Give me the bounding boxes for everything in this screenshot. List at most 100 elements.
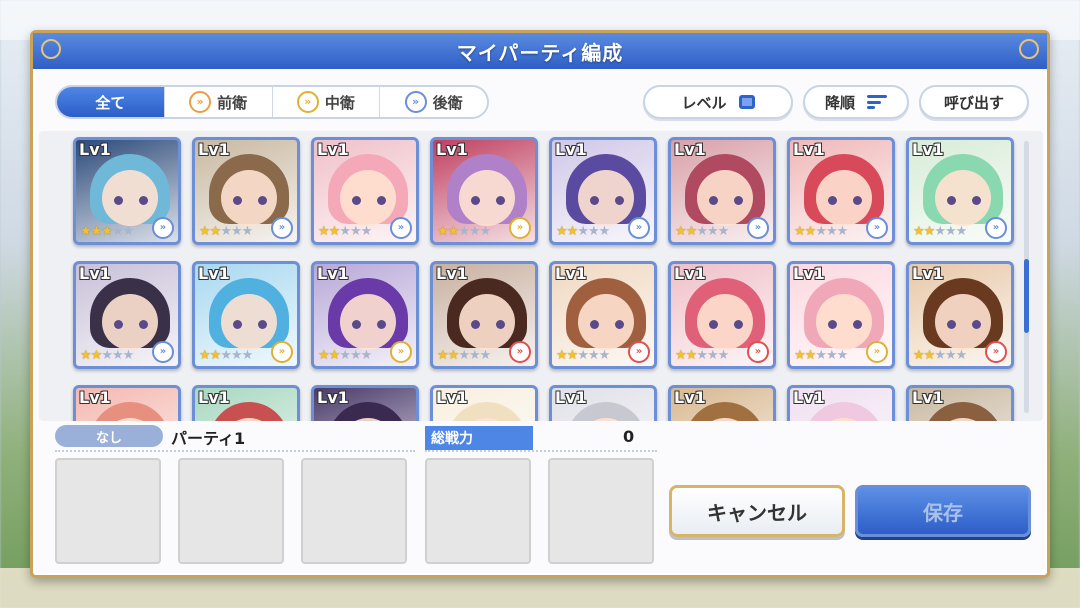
tab-back[interactable]: » 後衛 — [380, 87, 487, 117]
character-level: Lv1 — [436, 140, 468, 159]
middle-position-icon: » — [296, 91, 319, 113]
character-level: Lv1 — [79, 388, 111, 407]
character-level: Lv1 — [198, 140, 230, 159]
character-eyes — [233, 196, 267, 205]
party-name[interactable]: パーティ1 — [171, 425, 245, 449]
character-eyes — [947, 196, 981, 205]
sort-key-icon — [738, 95, 755, 109]
ornament-right-icon — [1019, 39, 1039, 59]
character-card[interactable]: Lv1 ★★★★★ » — [668, 137, 776, 245]
ornament-left-icon — [41, 39, 61, 59]
back-position-icon: » — [271, 217, 293, 239]
character-eyes — [471, 320, 505, 329]
character-grid: Lv1 ★★★★★ » Lv1 ★★★★★ » Lv1 ★★★★★ » Lv1 ★★★★★ » Lv1 ★… — [73, 137, 1014, 421]
character-eyes — [352, 196, 386, 205]
star-rating: ★★★★★ — [794, 348, 848, 363]
character-eyes — [352, 320, 386, 329]
character-card[interactable]: Lv1 — [549, 385, 657, 421]
tab-middle[interactable]: » 中衛 — [273, 87, 381, 117]
character-card[interactable]: Lv1 ★★★★★ » — [906, 137, 1014, 245]
character-card[interactable]: Lv1 ★★★★★ » — [192, 137, 300, 245]
red-position-icon: » — [628, 341, 650, 363]
character-scrollbar[interactable] — [1024, 141, 1029, 413]
star-rating: ★★★★★ — [437, 348, 491, 363]
character-card[interactable]: Lv1 ★★★★★ » — [311, 137, 419, 245]
character-eyes — [709, 196, 743, 205]
character-card[interactable]: Lv1 ★★★★★ » — [906, 261, 1014, 369]
character-eyes — [828, 320, 862, 329]
red-position-icon: » — [509, 341, 531, 363]
character-card[interactable]: Lv1 — [311, 385, 419, 421]
character-eyes — [709, 320, 743, 329]
star-rating: ★★★★★ — [794, 224, 848, 239]
party-slot-2[interactable] — [178, 458, 284, 564]
character-eyes — [590, 196, 624, 205]
back-position-icon: » — [866, 217, 888, 239]
party-slot-1[interactable] — [55, 458, 161, 564]
character-card[interactable]: Lv1 ★★★★★ » — [549, 261, 657, 369]
red-position-icon: » — [747, 341, 769, 363]
character-level: Lv1 — [793, 388, 825, 407]
tab-front[interactable]: » 前衛 — [165, 87, 273, 117]
mid-position-icon: » — [509, 217, 531, 239]
character-card[interactable]: Lv1 — [668, 385, 776, 421]
character-card[interactable]: Lv1 — [430, 385, 538, 421]
total-power-value: 0 — [623, 427, 635, 446]
character-card[interactable]: Lv1 — [787, 385, 895, 421]
character-card[interactable]: Lv1 ★★★★★ » — [787, 137, 895, 245]
cancel-button[interactable]: キャンセル — [669, 485, 845, 537]
power-divider — [425, 450, 657, 452]
tab-middle-label: 中衛 — [324, 93, 355, 112]
character-card[interactable]: Lv1 ★★★★★ » — [430, 137, 538, 245]
character-level: Lv1 — [79, 140, 111, 159]
character-card[interactable]: Lv1 — [906, 385, 1014, 421]
total-power-label: 総戦力 — [425, 426, 533, 450]
back-position-icon: » — [152, 341, 174, 363]
save-button[interactable]: 保存 — [855, 485, 1031, 537]
star-rating: ★★★★★ — [80, 348, 134, 363]
character-level: Lv1 — [436, 388, 468, 407]
character-level: Lv1 — [674, 264, 706, 283]
sort-order-label: 降順 — [824, 93, 855, 112]
party-slot-4[interactable] — [425, 458, 531, 564]
character-card[interactable]: Lv1 ★★★★★ » — [73, 137, 181, 245]
sort-descending-icon — [867, 95, 887, 109]
character-level: Lv1 — [317, 264, 349, 283]
character-card[interactable]: Lv1 ★★★★★ » — [668, 261, 776, 369]
party-slot-3[interactable] — [301, 458, 407, 564]
recall-label: 呼び出す — [943, 93, 1004, 112]
sort-order-button[interactable]: 降順 — [803, 85, 909, 119]
tab-all-label: 全て — [95, 93, 126, 112]
character-eyes — [947, 320, 981, 329]
character-card[interactable]: Lv1 — [73, 385, 181, 421]
character-card[interactable]: Lv1 ★★★★★ » — [430, 261, 538, 369]
character-level: Lv1 — [198, 264, 230, 283]
recall-button[interactable]: 呼び出す — [919, 85, 1029, 119]
character-card[interactable]: Lv1 ★★★★★ » — [192, 261, 300, 369]
character-card[interactable]: Lv1 ★★★★★ » — [549, 137, 657, 245]
character-eyes — [590, 320, 624, 329]
character-card[interactable]: Lv1 — [192, 385, 300, 421]
party-slot-5[interactable] — [548, 458, 654, 564]
character-level: Lv1 — [674, 140, 706, 159]
sort-level-button[interactable]: レベル — [643, 85, 793, 119]
mid-position-icon: » — [271, 341, 293, 363]
character-level: Lv1 — [793, 140, 825, 159]
character-card[interactable]: Lv1 ★★★★★ » — [311, 261, 419, 369]
character-level: Lv1 — [912, 264, 944, 283]
tab-front-label: 前衛 — [217, 93, 248, 112]
character-level: Lv1 — [674, 388, 706, 407]
character-level: Lv1 — [793, 264, 825, 283]
star-rating: ★★★★★ — [675, 348, 729, 363]
tab-all[interactable]: 全て — [57, 87, 165, 117]
star-rating: ★★★★★ — [913, 348, 967, 363]
scrollbar-thumb[interactable] — [1024, 259, 1029, 333]
back-position-icon: » — [152, 217, 174, 239]
character-card[interactable]: Lv1 ★★★★★ » — [787, 261, 895, 369]
dialog-title: マイパーティ編成 — [456, 40, 624, 65]
character-card[interactable]: Lv1 ★★★★★ » — [73, 261, 181, 369]
character-level: Lv1 — [317, 140, 349, 159]
star-rating: ★★★★★ — [199, 224, 253, 239]
star-rating: ★★★★★ — [556, 348, 610, 363]
tab-back-label: 後衛 — [432, 93, 463, 112]
